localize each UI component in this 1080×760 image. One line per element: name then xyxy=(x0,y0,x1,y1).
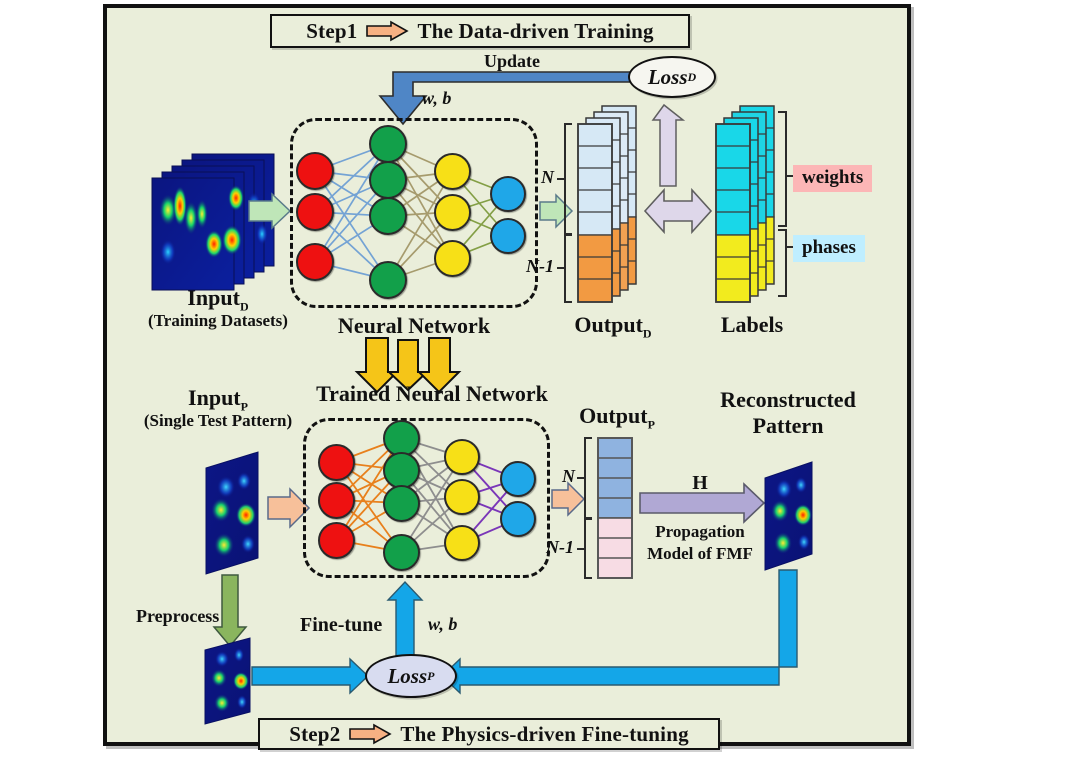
loss-d-sub: D xyxy=(687,69,697,84)
output-d-bracket-n1: N-1 xyxy=(526,256,554,276)
bottom-node-input-1 xyxy=(318,444,355,481)
figure-frame xyxy=(103,4,911,746)
step2-banner: Step2 The Physics-driven Fine-tuning xyxy=(258,718,720,750)
bottom-node-hidden1-4 xyxy=(383,534,420,571)
step1-banner: Step1 The Data-driven Training xyxy=(270,14,690,48)
bottom-node-hidden2-3 xyxy=(444,525,480,561)
update-label: Update xyxy=(483,51,541,71)
top-node-hidden1-2 xyxy=(369,161,407,199)
step2-text: The Physics-driven Fine-tuning xyxy=(400,721,689,746)
input-d-caption: (Training Datasets) xyxy=(148,311,288,330)
output-p-text: Output xyxy=(579,403,648,428)
reconstructed-line2: Pattern xyxy=(752,413,824,438)
output-d-label: OutputD xyxy=(574,313,651,340)
update-wb-text: w, b xyxy=(422,88,452,108)
labels-label: Labels xyxy=(720,312,784,337)
finetune-label: Fine-tune xyxy=(300,614,383,636)
output-p-bracket-n: N xyxy=(562,466,575,486)
input-d-label: InputD xyxy=(187,286,248,313)
top-node-input-1 xyxy=(296,152,334,190)
top-node-input-2 xyxy=(296,193,334,231)
output-p-label: OutputP xyxy=(579,404,655,431)
output-d-text: Output xyxy=(574,312,643,337)
input-d-stack xyxy=(150,148,280,291)
top-node-output-2 xyxy=(490,218,526,254)
input-d-stack-frames xyxy=(151,153,275,291)
top-node-output-1 xyxy=(490,176,526,212)
bottom-node-input-3 xyxy=(318,522,355,559)
trained-network-label: Trained Neural Network xyxy=(316,381,548,406)
step2-number: Step2 xyxy=(289,721,341,746)
output-d-sub: D xyxy=(642,326,652,341)
input-d-text: Input xyxy=(187,285,240,310)
bottom-node-hidden1-3 xyxy=(383,485,420,522)
step1-number: Step1 xyxy=(306,18,358,43)
loss-d-ellipse: Loss D xyxy=(628,56,716,98)
output-p-sub: P xyxy=(647,417,655,432)
bottom-node-hidden2-2 xyxy=(444,479,480,515)
reconstructed-line1: Reconstructed xyxy=(720,387,856,412)
weights-tag: weights xyxy=(793,165,873,192)
bottom-node-output-1 xyxy=(500,461,536,497)
figure-root: Step1 The Data-driven Training Step2 The… xyxy=(0,0,1080,760)
labels-stack-frames xyxy=(715,105,775,303)
propagation-line2: Model of FMF xyxy=(647,544,753,563)
input-p-label: InputP xyxy=(188,386,248,413)
top-node-hidden1-1 xyxy=(369,125,407,163)
step1-arrow-icon xyxy=(366,20,410,42)
propagation-line1: Propagation xyxy=(655,522,745,541)
top-node-hidden1-3 xyxy=(369,197,407,235)
bottom-node-hidden2-1 xyxy=(444,439,480,475)
update-wb-label: w, b xyxy=(422,89,451,108)
bottom-node-output-2 xyxy=(500,501,536,537)
input-p-caption: (Single Test Pattern) xyxy=(143,411,293,430)
top-network-label: Neural Network xyxy=(337,313,491,338)
bottom-node-input-2 xyxy=(318,482,355,519)
phases-tag: phases xyxy=(793,235,865,262)
top-node-input-3 xyxy=(296,243,334,281)
top-node-hidden2-3 xyxy=(434,240,471,277)
loss-p-sub: P xyxy=(427,668,435,683)
bottom-node-hidden1-2 xyxy=(383,452,420,489)
top-node-hidden1-4 xyxy=(369,261,407,299)
output-p-bracket-n1: N-1 xyxy=(546,537,574,557)
preprocess-label: Preprocess xyxy=(136,606,220,626)
top-node-hidden2-1 xyxy=(434,153,471,190)
output-d-bracket-n: N xyxy=(541,167,554,187)
loss-d-label: Loss xyxy=(647,64,688,89)
loss-p-ellipse: Loss P xyxy=(365,654,457,698)
output-d-stack-frames xyxy=(577,105,637,303)
h-label: H xyxy=(692,472,708,494)
step1-text: The Data-driven Training xyxy=(417,18,654,43)
input-p-text: Input xyxy=(188,385,241,410)
loss-p-label: Loss xyxy=(387,663,428,688)
top-node-hidden2-2 xyxy=(434,194,471,231)
step2-arrow-icon xyxy=(349,723,393,745)
finetune-wb-label: w, b xyxy=(428,614,458,634)
